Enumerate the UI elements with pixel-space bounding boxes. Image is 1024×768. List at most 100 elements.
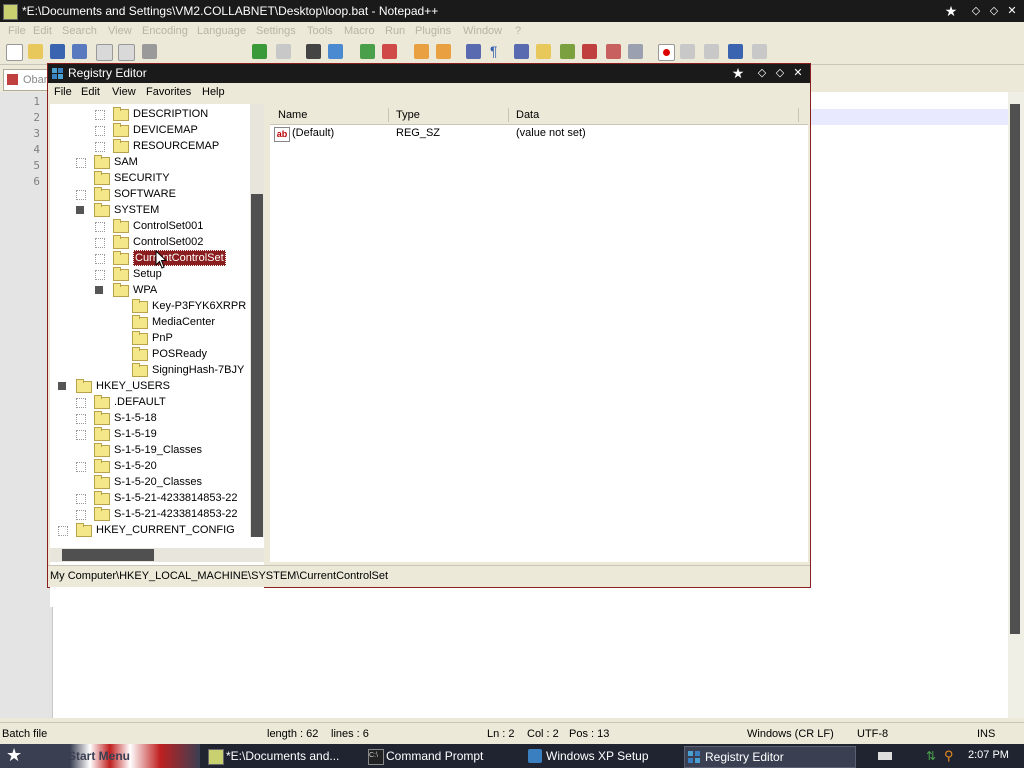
tree-item[interactable]: PnP (50, 330, 250, 346)
tree-vertical-scrollbar[interactable] (250, 104, 264, 537)
expand-icon[interactable] (76, 430, 86, 440)
notepadpp-titlebar[interactable]: *E:\Documents and Settings\VM2.COLLABNET… (0, 0, 1024, 22)
tree-item[interactable]: SYSTEM (50, 202, 250, 218)
stop-macro-icon[interactable] (680, 44, 695, 59)
start-button[interactable]: ★ Start Menu (0, 744, 200, 768)
redo-icon[interactable] (276, 44, 291, 59)
expand-icon[interactable] (95, 126, 105, 136)
menu-edit[interactable]: Edit (81, 86, 100, 98)
collapse-icon[interactable] (76, 206, 84, 214)
expand-icon[interactable] (95, 142, 105, 152)
save-all-icon[interactable] (72, 44, 87, 59)
tree-item[interactable]: HKEY_CURRENT_CONFIG (50, 522, 250, 538)
expand-icon[interactable] (95, 254, 105, 264)
word-wrap-icon[interactable] (466, 44, 481, 59)
scrollbar-thumb[interactable] (1010, 104, 1020, 634)
tree-item[interactable]: Setup (50, 266, 250, 282)
registry-key-tree[interactable]: DESCRIPTION DEVICEMAP RESOURCEMAP SAM SECURI… (50, 104, 264, 607)
star-icon[interactable]: ★ (943, 3, 959, 19)
record-macro-icon[interactable] (658, 44, 675, 61)
column-header-name[interactable]: Name (278, 109, 307, 121)
new-file-icon[interactable] (6, 44, 23, 61)
column-divider[interactable] (508, 108, 509, 122)
expand-icon[interactable] (95, 110, 105, 120)
taskbar-item-registry-editor[interactable]: Registry Editor (684, 746, 856, 768)
tree-item[interactable]: DEVICEMAP (50, 122, 250, 138)
zoom-out-icon[interactable] (382, 44, 397, 59)
function-list-icon[interactable] (582, 44, 597, 59)
tree-horizontal-scrollbar[interactable] (50, 548, 264, 562)
tree-item[interactable]: Key-P3FYK6XRPR (50, 298, 250, 314)
scrollbar-thumb[interactable] (251, 194, 263, 537)
tree-item[interactable]: SAM (50, 154, 250, 170)
close-all-icon[interactable] (118, 44, 135, 61)
minimize-button[interactable]: ◇ (968, 3, 984, 19)
tree-item[interactable]: .DEFAULT (50, 394, 250, 410)
expand-icon[interactable] (76, 494, 86, 504)
tree-item[interactable]: WPA (50, 282, 250, 298)
collapse-icon[interactable] (95, 286, 103, 294)
sync-h-icon[interactable] (436, 44, 451, 59)
expand-icon[interactable] (76, 190, 86, 200)
show-all-chars-icon[interactable]: ¶ (490, 44, 505, 59)
scrollbar-thumb[interactable] (62, 549, 154, 561)
tree-item[interactable]: MediaCenter (50, 314, 250, 330)
column-divider[interactable] (798, 108, 799, 122)
folder-as-workspace-icon[interactable] (536, 44, 551, 59)
run-macro-multiple-icon[interactable] (728, 44, 743, 59)
menu-view[interactable]: View (112, 86, 136, 98)
expand-icon[interactable] (76, 510, 86, 520)
column-divider[interactable] (388, 108, 389, 122)
tray-clock[interactable]: 2:07 PM (968, 749, 1009, 761)
tree-item[interactable]: SOFTWARE (50, 186, 250, 202)
keyboard-icon[interactable] (878, 752, 892, 760)
taskbar-item-windows-xp-setup[interactable]: Windows XP Setup (526, 746, 676, 766)
tree-item[interactable]: POSReady (50, 346, 250, 362)
pane-splitter[interactable] (264, 104, 268, 564)
tree-item[interactable]: S-1-5-19 (50, 426, 250, 442)
column-header-data[interactable]: Data (516, 109, 539, 121)
print-icon[interactable] (142, 44, 157, 59)
tree-item[interactable]: S-1-5-21-4233814853-22 (50, 506, 250, 522)
menu-window[interactable]: Window (463, 25, 502, 37)
play-macro-icon[interactable] (704, 44, 719, 59)
expand-icon[interactable] (76, 462, 86, 472)
tree-item[interactable]: SECURITY (50, 170, 250, 186)
monitor-icon[interactable] (606, 44, 621, 59)
editor-vertical-scrollbar[interactable] (1008, 92, 1024, 718)
search-icon[interactable]: ⚲ (944, 748, 958, 763)
doc-map-icon[interactable] (560, 44, 575, 59)
menu-view[interactable]: View (108, 25, 132, 37)
find-icon[interactable] (306, 44, 321, 59)
replace-icon[interactable] (328, 44, 343, 59)
menu-tools[interactable]: Tools (307, 25, 333, 37)
menu-edit[interactable]: Edit (33, 25, 52, 37)
menu-run[interactable]: Run (385, 25, 405, 37)
expand-icon[interactable] (76, 158, 86, 168)
taskbar-item-notepadpp[interactable]: *E:\Documents and... (206, 746, 356, 766)
menu-encoding[interactable]: Encoding (142, 25, 188, 37)
tree-item[interactable]: S-1-5-20_Classes (50, 474, 250, 490)
expand-icon[interactable] (76, 398, 86, 408)
menu-favorites[interactable]: Favorites (146, 86, 191, 98)
expand-icon[interactable] (95, 222, 105, 232)
close-button[interactable]: ✕ (1004, 3, 1020, 19)
sync-v-icon[interactable] (414, 44, 429, 59)
tree-item[interactable]: S-1-5-20 (50, 458, 250, 474)
tree-item[interactable]: S-1-5-21-4233814853-22 (50, 490, 250, 506)
indent-guide-icon[interactable] (514, 44, 529, 59)
tree-item[interactable]: SigningHash-7BJY (50, 362, 250, 378)
menu-plugins[interactable]: Plugins (415, 25, 451, 37)
collapse-icon[interactable] (58, 382, 66, 390)
minimize-button[interactable]: ◇ (754, 65, 770, 81)
menu-file[interactable]: File (54, 86, 72, 98)
open-file-icon[interactable] (28, 44, 43, 59)
tree-item[interactable]: S-1-5-19_Classes (50, 442, 250, 458)
maximize-button[interactable]: ◇ (986, 3, 1002, 19)
tree-item[interactable]: HKEY_USERS (50, 378, 250, 394)
expand-icon[interactable] (58, 526, 68, 536)
expand-icon[interactable] (95, 238, 105, 248)
tree-item[interactable]: S-1-5-18 (50, 410, 250, 426)
save-icon[interactable] (50, 44, 65, 59)
taskbar-item-command-prompt[interactable]: C:\ Command Prompt (366, 746, 516, 766)
